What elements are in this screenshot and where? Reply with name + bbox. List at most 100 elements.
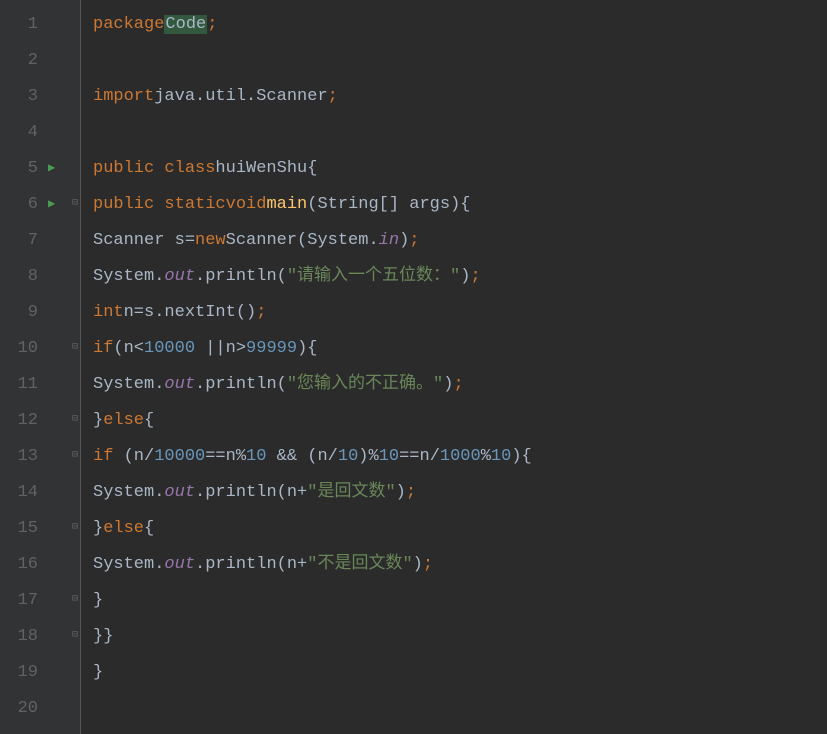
keyword: public class [93, 160, 215, 177]
number: 10000 [154, 448, 205, 465]
gutter-line[interactable]: 8 [0, 258, 80, 294]
code-area[interactable]: package Code; import java.util.Scanner; … [80, 0, 827, 734]
code-text: .println(n+ [195, 556, 307, 573]
line-number: 4 [0, 124, 38, 141]
number: 10 [491, 448, 511, 465]
line-number: 20 [0, 700, 38, 717]
gutter-line[interactable]: 9 [0, 294, 80, 330]
gutter-line[interactable]: 1 [0, 6, 80, 42]
semicolon: ; [423, 556, 433, 573]
gutter-line[interactable]: 6▶⊟ [0, 186, 80, 222]
fold-icon[interactable]: ⊟ [72, 415, 78, 425]
gutter-line[interactable]: 7 [0, 222, 80, 258]
semicolon: ; [470, 268, 480, 285]
code-text: ){ [297, 340, 317, 357]
code-line[interactable]: int n=s.nextInt(); [93, 294, 827, 330]
code-line[interactable]: package Code; [93, 6, 827, 42]
code-text: Scanner s= [93, 232, 195, 249]
code-text: } [93, 592, 103, 609]
field: out [164, 376, 195, 393]
code-line[interactable]: System.out.println("您输入的不正确。"); [93, 366, 827, 402]
code-line[interactable]: System.out.println(n+"是回文数"); [93, 474, 827, 510]
keyword: int [93, 304, 124, 321]
code-text: System. [93, 484, 164, 501]
gutter-line[interactable]: 20 [0, 690, 80, 726]
line-number: 11 [0, 376, 38, 393]
identifier: java.util.Scanner [154, 88, 327, 105]
fold-icon[interactable]: ⊟ [72, 343, 78, 353]
code-text: % [481, 448, 491, 465]
code-line[interactable]: }} [93, 618, 827, 654]
fold-icon[interactable]: ⊟ [72, 451, 78, 461]
gutter-line[interactable]: 18⊟ [0, 618, 80, 654]
gutter-line[interactable]: 15⊟ [0, 510, 80, 546]
gutter-line[interactable]: 4 [0, 114, 80, 150]
code-line[interactable]: } [93, 582, 827, 618]
fold-icon[interactable]: ⊟ [72, 595, 78, 605]
fold-icon[interactable]: ⊟ [72, 523, 78, 533]
code-line[interactable]: Scanner s=new Scanner(System.in); [93, 222, 827, 258]
code-text: System. [93, 556, 164, 573]
gutter-line[interactable]: 13⊟ [0, 438, 80, 474]
field: out [164, 556, 195, 573]
number: 10 [338, 448, 358, 465]
code-text: ) [396, 484, 406, 501]
number: 10 [246, 448, 266, 465]
fold-icon[interactable]: ⊟ [72, 631, 78, 641]
code-line[interactable]: } [93, 654, 827, 690]
gutter-line[interactable]: 11 [0, 366, 80, 402]
gutter-line[interactable]: 12 ⊟ [0, 402, 80, 438]
code-line[interactable]: System.out.println("请输入一个五位数："); [93, 258, 827, 294]
code-line[interactable] [93, 42, 827, 78]
line-number: 12 [0, 412, 38, 429]
code-line[interactable]: System.out.println(n+"不是回文数"); [93, 546, 827, 582]
semicolon: ; [328, 88, 338, 105]
line-number: 16 [0, 556, 38, 573]
field: in [379, 232, 399, 249]
gutter-line[interactable]: 2 [0, 42, 80, 78]
string: "您输入的不正确。" [287, 376, 443, 393]
code-line[interactable]: public static void main(String[] args) { [93, 186, 827, 222]
gutter-line[interactable]: 19 [0, 654, 80, 690]
gutter-line[interactable]: 10 ⊟ [0, 330, 80, 366]
code-text: ==n% [205, 448, 246, 465]
keyword: if [93, 340, 113, 357]
code-text: { [144, 412, 154, 429]
code-text: .println( [195, 376, 287, 393]
string: "是回文数" [307, 484, 395, 501]
run-icon[interactable]: ▶ [48, 198, 55, 210]
gutter-line[interactable]: 14 [0, 474, 80, 510]
keyword: else [103, 520, 144, 537]
number: 10 [379, 448, 399, 465]
semicolon: ; [256, 304, 266, 321]
identifier: Code [164, 15, 207, 34]
gutter-line[interactable]: 3 [0, 78, 80, 114]
gutter-line[interactable]: 5▶ [0, 150, 80, 186]
keyword: package [93, 16, 164, 33]
keyword: new [195, 232, 226, 249]
line-number: 1 [0, 16, 38, 33]
gutter-line[interactable]: 16 [0, 546, 80, 582]
code-line[interactable]: if(n<10000 ||n>99999){ [93, 330, 827, 366]
code-line[interactable] [93, 114, 827, 150]
code-line[interactable]: if (n/10000==n%10 && (n/10)%10==n/1000%1… [93, 438, 827, 474]
code-line[interactable]: import java.util.Scanner; [93, 78, 827, 114]
code-line[interactable]: }else{ [93, 402, 827, 438]
code-text: } [93, 664, 103, 681]
code-line[interactable]: public class huiWenShu { [93, 150, 827, 186]
code-line[interactable] [93, 690, 827, 726]
line-number: 2 [0, 52, 38, 69]
run-icon[interactable]: ▶ [48, 162, 55, 174]
keyword: import [93, 88, 154, 105]
brace: { [307, 160, 317, 177]
code-text: } [93, 520, 103, 537]
code-line[interactable]: }else{ [93, 510, 827, 546]
line-number: 7 [0, 232, 38, 249]
code-text: System. [93, 268, 164, 285]
line-number: 10 [0, 340, 38, 357]
code-text: ) [399, 232, 409, 249]
class-name: huiWenShu [215, 160, 307, 177]
semicolon: ; [406, 484, 416, 501]
gutter-line[interactable]: 17⊟ [0, 582, 80, 618]
fold-icon[interactable]: ⊟ [72, 199, 78, 209]
